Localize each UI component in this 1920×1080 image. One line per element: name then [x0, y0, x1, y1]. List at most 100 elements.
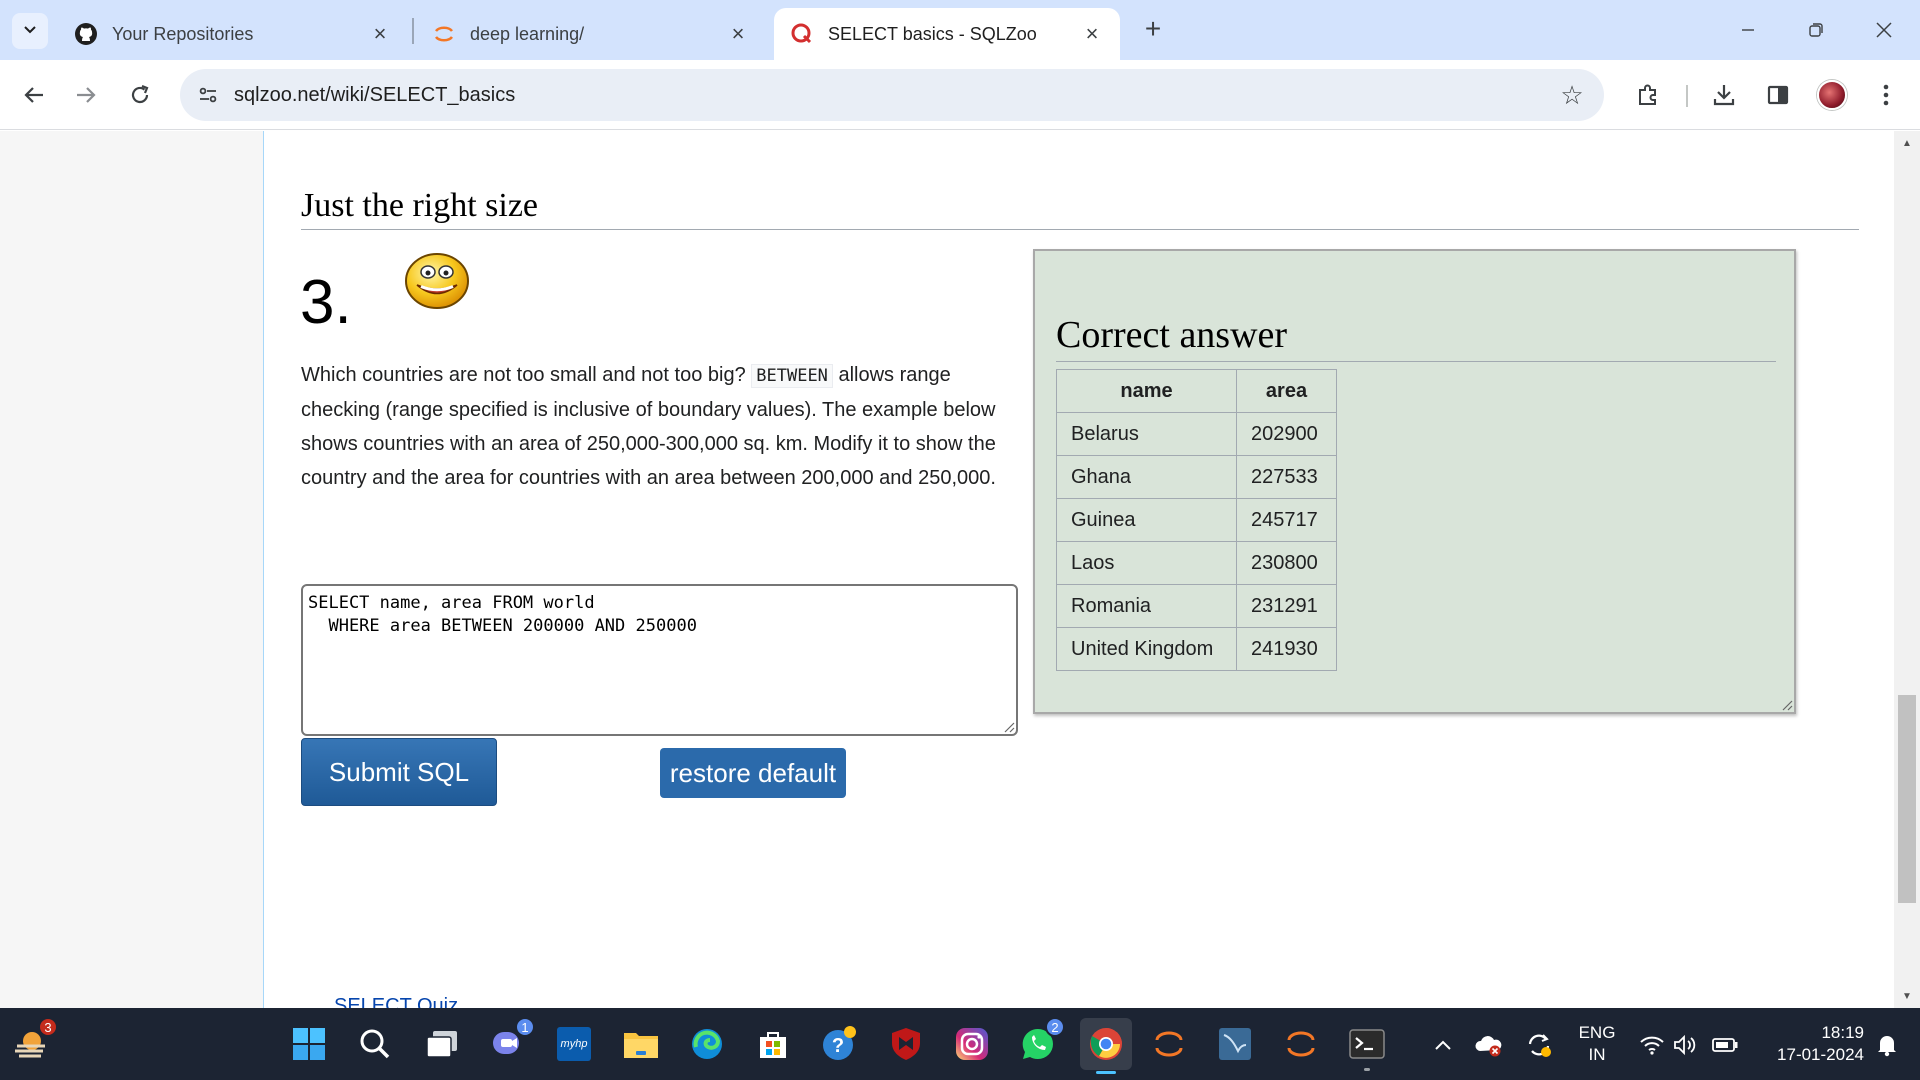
- correct-answer-panel: Correct answer name area Belarus 202900 …: [1033, 249, 1796, 714]
- wifi-status[interactable]: [1637, 1030, 1667, 1060]
- side-panel-button[interactable]: [1758, 75, 1798, 115]
- svg-text:?: ?: [832, 1035, 844, 1057]
- country-name-cell: Guinea: [1056, 498, 1237, 542]
- battery-status[interactable]: [1710, 1030, 1740, 1060]
- tab-title: Your Repositories: [112, 23, 254, 44]
- reload-button[interactable]: [120, 75, 160, 115]
- close-icon[interactable]: ×: [726, 21, 750, 46]
- show-hidden-icons-button[interactable]: [1428, 1030, 1458, 1060]
- select-quiz-link[interactable]: SELECT Quiz: [334, 995, 458, 1008]
- notification-badge: 1: [515, 1017, 535, 1037]
- instagram-app[interactable]: [949, 1021, 995, 1067]
- edge-browser-app[interactable]: [684, 1021, 730, 1067]
- forward-button[interactable]: [66, 75, 106, 115]
- sql-editor[interactable]: [301, 584, 1018, 736]
- browser-menu-button[interactable]: [1866, 75, 1906, 115]
- table-row: Belarus 202900: [1056, 412, 1337, 456]
- jupyter-app[interactable]: [1146, 1021, 1192, 1067]
- whatsapp-app[interactable]: 2: [1015, 1017, 1065, 1067]
- close-window-button[interactable]: [1864, 10, 1904, 50]
- clock-date: 17-01-2024: [1777, 1045, 1864, 1064]
- chevron-down-icon: [22, 21, 38, 42]
- terminal-icon: [1349, 1029, 1385, 1059]
- myhp-app[interactable]: myhp: [551, 1021, 597, 1067]
- country-name-cell: Laos: [1056, 541, 1237, 585]
- column-header-area: area: [1236, 369, 1337, 413]
- restore-default-button[interactable]: restore default: [660, 748, 846, 798]
- smiley-icon: [405, 253, 469, 309]
- speaker-icon: [1674, 1034, 1696, 1056]
- jupyter-icon: [1287, 1031, 1315, 1057]
- area-cell: 231291: [1236, 584, 1337, 628]
- jupyter-notebook-app[interactable]: [1278, 1021, 1324, 1067]
- submit-sql-button[interactable]: Submit SQL: [301, 738, 497, 806]
- microsoft-store-app[interactable]: [750, 1021, 796, 1067]
- reload-icon: [131, 84, 149, 104]
- chevron-up-icon: [1435, 1040, 1451, 1050]
- input-language-indicator[interactable]: ENG IN: [1576, 1022, 1618, 1066]
- chrome-app[interactable]: [1080, 1018, 1132, 1074]
- section-heading: Just the right size: [301, 187, 1859, 230]
- file-explorer-app[interactable]: [618, 1021, 664, 1067]
- table-row: Romania 231291: [1056, 584, 1337, 628]
- close-icon[interactable]: ×: [1080, 21, 1104, 46]
- clock-time: 18:19: [1821, 1023, 1864, 1042]
- close-window-icon: [1876, 22, 1892, 38]
- tab-your-repositories[interactable]: Your Repositories ×: [58, 8, 408, 60]
- notification-center-button[interactable]: [1872, 1030, 1902, 1060]
- back-button[interactable]: [14, 75, 54, 115]
- bell-icon: [1878, 1036, 1896, 1057]
- tab-select-basics[interactable]: SELECT basics - SQLZoo ×: [774, 8, 1120, 60]
- mcafee-app[interactable]: [883, 1021, 929, 1067]
- column-header-name: name: [1056, 369, 1237, 413]
- plus-icon: +: [1144, 13, 1162, 44]
- jupyter-icon: [432, 22, 456, 46]
- help-icon: ?: [823, 1026, 856, 1060]
- volume-status[interactable]: [1670, 1030, 1700, 1060]
- terminal-app[interactable]: [1344, 1021, 1390, 1071]
- tab-separator: [412, 18, 414, 44]
- teams-chat-app[interactable]: 1: [485, 1017, 535, 1067]
- scroll-up-arrow-icon[interactable]: ▲: [1894, 133, 1920, 153]
- start-button[interactable]: [286, 1021, 332, 1067]
- tab-deep-learning[interactable]: deep learning/ ×: [416, 8, 766, 60]
- toolbar-divider: [1686, 85, 1688, 107]
- restore-window-button[interactable]: [1796, 10, 1836, 50]
- mysql-workbench-app[interactable]: [1212, 1021, 1258, 1067]
- restore-window-icon: [1809, 23, 1823, 37]
- avatar: [1817, 80, 1847, 110]
- page-scrollbar[interactable]: ▲ ▼: [1894, 131, 1920, 1008]
- minimize-button[interactable]: [1728, 10, 1768, 50]
- between-keyword: BETWEEN: [751, 364, 833, 388]
- tab-search-button[interactable]: [12, 13, 48, 49]
- get-help-app[interactable]: ?: [816, 1021, 862, 1067]
- site-settings-icon[interactable]: [188, 75, 228, 115]
- bookmark-star-icon[interactable]: ☆: [1558, 80, 1586, 110]
- task-view-button[interactable]: [419, 1021, 465, 1067]
- scrollbar-thumb[interactable]: [1898, 695, 1916, 903]
- clock[interactable]: 18:19 17-01-2024: [1752, 1022, 1864, 1066]
- new-tab-button[interactable]: +: [1138, 13, 1168, 44]
- scroll-down-arrow-icon[interactable]: ▼: [1894, 986, 1920, 1006]
- extensions-button[interactable]: [1628, 75, 1668, 115]
- arrow-left-icon: [24, 87, 43, 103]
- jupyter-icon: [1155, 1031, 1183, 1057]
- description-text: Which countries are not too small and no…: [301, 364, 752, 386]
- search-icon: [360, 1029, 390, 1059]
- sync-status[interactable]: [1524, 1030, 1554, 1060]
- weather-widget[interactable]: 3: [8, 1017, 58, 1067]
- running-app-indicator: [1364, 1068, 1370, 1071]
- active-app-indicator: [1096, 1071, 1116, 1074]
- taskbar-search-button[interactable]: [352, 1021, 398, 1067]
- mcafee-shield-icon: [892, 1028, 920, 1060]
- folder-icon: [624, 1033, 658, 1058]
- language-code: ENG: [1578, 1023, 1616, 1042]
- close-icon[interactable]: ×: [368, 21, 392, 46]
- address-bar[interactable]: sqlzoo.net/wiki/SELECT_basics ☆: [180, 69, 1604, 121]
- resize-grip-icon[interactable]: [1001, 719, 1015, 733]
- onedrive-status[interactable]: [1474, 1030, 1504, 1060]
- resize-grip-icon[interactable]: [1779, 697, 1793, 711]
- tab-title: SELECT basics - SQLZoo: [828, 23, 1037, 44]
- profile-button[interactable]: [1812, 75, 1852, 115]
- downloads-button[interactable]: [1704, 75, 1744, 115]
